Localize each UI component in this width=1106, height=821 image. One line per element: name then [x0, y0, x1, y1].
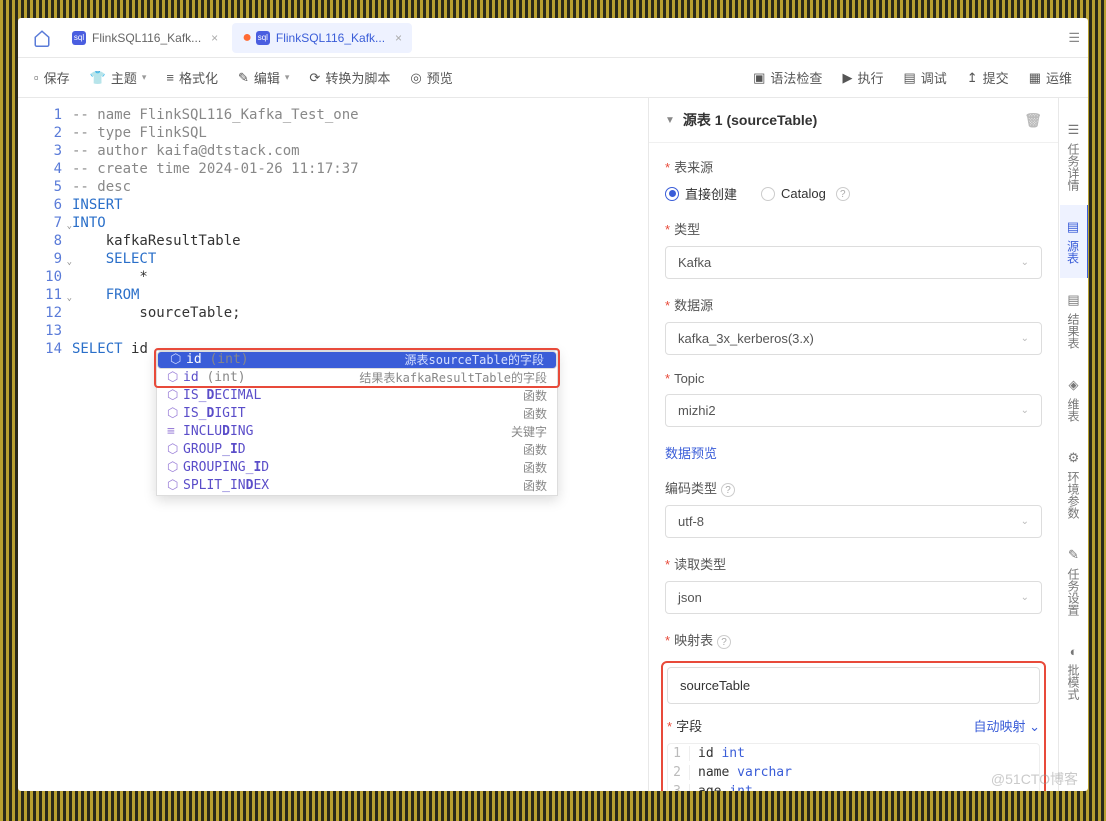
topic-label: Topic — [674, 371, 704, 386]
save-button[interactable]: ▫保存 — [34, 68, 70, 87]
play-icon: ▶ — [842, 70, 852, 86]
map-table-label: 映射表 — [674, 633, 713, 648]
close-icon[interactable]: × — [211, 31, 218, 45]
app-window: sql FlinkSQL116_Kafk... × ● sql FlinkSQL… — [18, 18, 1088, 791]
data-preview-link[interactable]: 数据预览 — [665, 446, 717, 461]
debug-button[interactable]: ▤调试 — [903, 68, 946, 87]
close-icon[interactable]: × — [395, 31, 402, 45]
panel-title: 源表 1 (sourceTable) — [683, 110, 817, 130]
type-label: 类型 — [674, 222, 700, 237]
edit-button[interactable]: ✎编辑▾ — [238, 68, 289, 87]
rail-item[interactable]: ☰任务详情 — [1060, 108, 1087, 205]
tab-bar: sql FlinkSQL116_Kafk... × ● sql FlinkSQL… — [18, 18, 1088, 58]
check-icon: ▣ — [753, 70, 765, 86]
theme-button[interactable]: 👕主题▾ — [90, 68, 147, 87]
dirty-dot-icon: ● — [242, 29, 252, 47]
help-icon[interactable]: ? — [721, 483, 735, 497]
upload-icon: ↥ — [967, 70, 978, 86]
read-type-label: 读取类型 — [674, 557, 726, 572]
right-rail: ☰任务详情▤源表▤结果表◈维表⚙环境参数✎任务设置◐批模式 — [1058, 98, 1088, 791]
menu-icon[interactable]: ☰ — [1068, 30, 1080, 46]
right-panel: ▼ 源表 1 (sourceTable) 🗑 *表来源 直接创建 Catalog… — [648, 98, 1058, 791]
tab-2[interactable]: ● sql FlinkSQL116_Kafk... × — [232, 23, 412, 53]
help-icon[interactable]: ? — [717, 635, 731, 649]
topic-select[interactable]: mizhi2⌄ — [665, 394, 1042, 427]
rail-item[interactable]: ◈维表 — [1060, 363, 1087, 436]
format-button[interactable]: ≡格式化 — [166, 68, 218, 87]
preview-button[interactable]: ◎预览 — [410, 68, 452, 87]
preview-icon: ◎ — [410, 70, 421, 86]
autocomplete-item[interactable]: ⬡id (int)源表sourceTable的字段 — [157, 351, 557, 369]
help-icon[interactable]: ? — [836, 187, 850, 201]
convert-button[interactable]: ⟳转换为脚本 — [309, 68, 390, 87]
chevron-down-icon: ⌄ — [1021, 516, 1029, 527]
tab-label: FlinkSQL116_Kafk... — [276, 31, 385, 45]
submit-button[interactable]: ↥提交 — [967, 68, 1009, 87]
tab-label: FlinkSQL116_Kafk... — [92, 31, 201, 45]
syntax-button[interactable]: ▣语法检查 — [753, 68, 822, 87]
type-select[interactable]: Kafka⌄ — [665, 246, 1042, 279]
autocomplete-item[interactable]: ⬡SPLIT_INDEX函数 — [157, 477, 557, 495]
autocomplete-item[interactable]: ⬡IS_DECIMAL函数 — [157, 387, 557, 405]
collapse-icon[interactable]: ▼ — [665, 115, 675, 126]
read-type-select[interactable]: json⌄ — [665, 581, 1042, 614]
home-button[interactable] — [26, 24, 58, 52]
delete-icon[interactable]: 🗑 — [1024, 112, 1042, 129]
format-icon: ≡ — [166, 70, 174, 85]
chevron-down-icon: ⌄ — [1021, 333, 1029, 344]
toolbar: ▫保存 👕主题▾ ≡格式化 ✎编辑▾ ⟳转换为脚本 ◎预览 ▣语法检查 ▶执行 … — [18, 58, 1088, 98]
save-icon: ▫ — [34, 70, 39, 85]
field-label: 字段 — [676, 719, 702, 734]
debug-icon: ▤ — [903, 70, 915, 86]
sql-badge-icon: sql — [72, 31, 86, 45]
map-highlight-box: sourceTable *字段 自动映射 ⌄ 1id int2name varc… — [661, 661, 1046, 791]
map-table-input[interactable]: sourceTable — [667, 667, 1040, 704]
datasource-select[interactable]: kafka_3x_kerberos(3.x)⌄ — [665, 322, 1042, 355]
rail-item[interactable]: ▤源表 — [1060, 205, 1089, 278]
rail-item[interactable]: ◐批模式 — [1060, 630, 1087, 714]
chevron-down-icon: ⌄ — [1021, 257, 1029, 268]
rail-item[interactable]: ⚙环境参数 — [1060, 436, 1087, 533]
code-editor[interactable]: 1234567⌄89⌄1011⌄121314 -- name FlinkSQL1… — [18, 98, 648, 791]
theme-icon: 👕 — [90, 70, 106, 86]
ops-icon: ▦ — [1029, 70, 1041, 86]
autocomplete-item[interactable]: ≡INCLUDING关键字 — [157, 423, 557, 441]
autocomplete-item[interactable]: ⬡GROUPING_ID函数 — [157, 459, 557, 477]
autocomplete-item[interactable]: ⬡id (int)结果表kafkaResultTable的字段 — [157, 369, 557, 387]
auto-map-link[interactable]: 自动映射 ⌄ — [973, 716, 1040, 735]
radio-catalog[interactable]: Catalog? — [761, 186, 850, 201]
datasource-label: 数据源 — [674, 298, 713, 313]
autocomplete-item[interactable]: ⬡IS_DIGIT函数 — [157, 405, 557, 423]
radio-direct[interactable]: 直接创建 — [665, 184, 737, 203]
chevron-down-icon: ▾ — [142, 72, 147, 83]
autocomplete-popup[interactable]: ⬡id (int)源表sourceTable的字段⬡id (int)结果表kaf… — [156, 350, 558, 496]
autocomplete-item[interactable]: ⬡GROUP_ID函数 — [157, 441, 557, 459]
schema-editor[interactable]: 1id int2name varchar3age int — [667, 743, 1040, 791]
sql-badge-icon: sql — [256, 31, 270, 45]
edit-icon: ✎ — [238, 70, 249, 86]
tab-1[interactable]: sql FlinkSQL116_Kafk... × — [62, 25, 228, 51]
ops-button[interactable]: ▦运维 — [1029, 68, 1072, 87]
chevron-down-icon: ⌄ — [1021, 592, 1029, 603]
source-label: 表来源 — [674, 160, 713, 175]
chevron-down-icon: ▾ — [285, 72, 290, 83]
rail-item[interactable]: ✎任务设置 — [1060, 533, 1087, 630]
convert-icon: ⟳ — [309, 70, 320, 86]
encoding-label: 编码类型 — [665, 481, 717, 496]
chevron-down-icon: ⌄ — [1021, 405, 1029, 416]
encoding-select[interactable]: utf-8⌄ — [665, 505, 1042, 538]
run-button[interactable]: ▶执行 — [842, 68, 883, 87]
watermark: @51CTO博客 — [991, 769, 1078, 789]
rail-item[interactable]: ▤结果表 — [1060, 278, 1087, 363]
